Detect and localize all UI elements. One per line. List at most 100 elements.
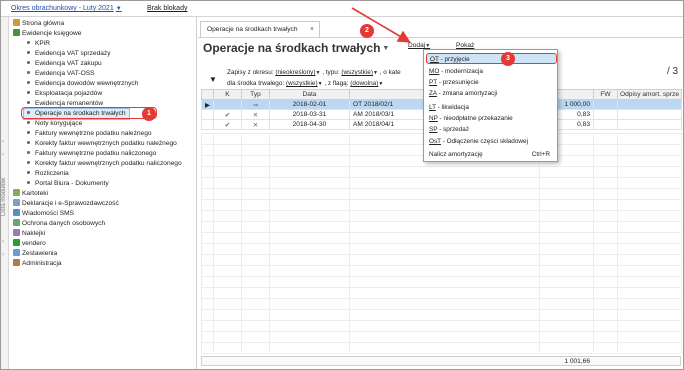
row-marker-icon xyxy=(201,109,214,120)
row-marker-icon: ▶ xyxy=(201,99,214,110)
tree-item-accounting-records[interactable]: Ewidencje księgowe xyxy=(13,29,81,39)
tab-fixed-asset-operations[interactable]: Operacje na środkach trwałych × xyxy=(200,21,320,37)
book-icon xyxy=(13,29,20,36)
tree-item-vehicles[interactable]: Eksploatacja pojazdów xyxy=(27,89,102,99)
collapse-filters-icon[interactable]: ▼ xyxy=(209,75,217,84)
row-depreciation xyxy=(617,119,682,130)
menu-item-calculate-depreciation[interactable]: Nalicz amortyzację Ctrl+R xyxy=(428,149,556,160)
menu-item-sp-sale[interactable]: SP - sprzedaż xyxy=(428,124,556,135)
message-icon xyxy=(13,209,20,216)
menu-item-ot-acceptance[interactable]: OT - przyjęcie xyxy=(426,53,557,64)
menu-item-lt-liquidation[interactable]: LT - likwidacja xyxy=(428,102,556,113)
grid-row-line xyxy=(201,188,681,189)
row-depreciation xyxy=(617,109,682,120)
row-depreciation xyxy=(617,99,682,110)
arrow-right-icon: ⇒ xyxy=(241,99,270,110)
menu-item-np-free-transfer[interactable]: NP - nieodpłatne przekazanie xyxy=(428,113,556,124)
grid-row-line xyxy=(201,265,681,266)
check-icon: ✔ xyxy=(213,119,242,130)
tree-item-vat-oss[interactable]: Ewidencja VAT-OSS xyxy=(27,69,95,79)
chevron-down-icon: ▼ xyxy=(115,6,122,12)
tree-item-kpir[interactable]: KPiR xyxy=(27,39,50,49)
type-filter[interactable]: (wszystkie) xyxy=(341,69,373,76)
top-bar: Okres obrachunkowy - Luty 2021 ▼ Brak blo… xyxy=(1,1,683,17)
grid-row-line xyxy=(201,320,681,321)
period-selector[interactable]: Okres obrachunkowy - Luty 2021 ▼ xyxy=(11,5,122,12)
no-blocks-link[interactable]: Brak blokady xyxy=(147,5,187,12)
tree-item-declarations[interactable]: Deklaracje i e-Sprawozdawczość xyxy=(13,199,119,209)
grid-row-line xyxy=(201,177,681,178)
menu-item-mo-modernization[interactable]: MO - modernizacja xyxy=(428,66,556,77)
grid-column-line xyxy=(593,133,594,354)
period-filter[interactable]: (nieokreślony) xyxy=(275,69,315,76)
tree-item-internal-corrections-input[interactable]: Korekty faktur wewnętrznych podatku nali… xyxy=(27,159,182,169)
tree-item-data-protection[interactable]: Ochrona danych osobowych xyxy=(13,219,105,229)
row-fw xyxy=(593,119,618,130)
column-header-depreciation[interactable]: Odpisy amort. sprze xyxy=(617,89,682,100)
show-link[interactable]: Pokaż xyxy=(456,42,474,49)
row-date: 2018-02-01 xyxy=(269,99,350,110)
module-list-strip[interactable]: › › Lista modułów › › xyxy=(1,17,9,369)
tree-item-office-portal[interactable]: Portal Biura - Dokumenty xyxy=(27,179,109,189)
grid-column-line xyxy=(241,133,242,354)
tree-item-reports[interactable]: Zestawienia xyxy=(13,249,57,259)
filter-row-period: Zapisy z okresu: (nieokreślony)▼ , typu:… xyxy=(227,69,401,76)
grid-row-line xyxy=(201,276,681,277)
row-fw xyxy=(593,99,618,110)
grid-row-line xyxy=(201,243,681,244)
grid-row-line xyxy=(201,199,681,200)
tree-item-settlements[interactable]: Rozliczenia xyxy=(27,169,69,179)
column-header-k[interactable]: K xyxy=(213,89,242,100)
grid-row-line xyxy=(201,287,681,288)
grid-column-line xyxy=(269,133,270,354)
column-header-fw[interactable]: FW xyxy=(593,89,618,100)
tree-item-records[interactable]: Kartoteki xyxy=(13,189,48,199)
flag-filter[interactable]: (dowolna) xyxy=(350,80,378,87)
tree-item-administration[interactable]: Administracja xyxy=(13,259,62,269)
summary-bar: 1 001,66 xyxy=(201,356,681,366)
page-title[interactable]: Operacje na środkach trwałych ▼ xyxy=(203,41,389,55)
module-list-label: Lista modułów xyxy=(1,177,7,217)
asset-filter[interactable]: (wszystkie) xyxy=(286,80,318,87)
menu-item-pt-transfer[interactable]: PT - przesunięcie xyxy=(428,77,556,88)
annotation-highlight-tree xyxy=(21,107,157,119)
column-header-type[interactable]: Typ xyxy=(241,89,270,100)
tree-item-internal-docs[interactable]: Ewidencja dowodów wewnętrznych xyxy=(27,79,138,89)
tag-icon xyxy=(13,229,20,236)
column-header[interactable] xyxy=(201,89,214,100)
tree-item-home[interactable]: Strona główna xyxy=(13,19,64,29)
chevron-right-icon[interactable]: › xyxy=(2,252,4,258)
chevron-right-icon[interactable]: › xyxy=(2,152,4,158)
chevron-right-icon[interactable]: › xyxy=(2,239,4,245)
close-icon[interactable]: × xyxy=(310,22,314,37)
tree-item-internal-invoices-due[interactable]: Faktury wewnętrzne podatku należnego xyxy=(27,129,152,139)
column-header-date[interactable]: Data xyxy=(269,89,350,100)
grid-row-line xyxy=(201,254,681,255)
chevron-down-icon: ▼ xyxy=(382,45,390,52)
page-count: / 3 xyxy=(667,66,679,77)
cross-icon: ✕ xyxy=(241,119,270,130)
row-fw xyxy=(593,109,618,120)
grid-column-line xyxy=(201,133,202,354)
add-menu-button[interactable]: Dodaj▼ xyxy=(408,42,430,49)
grid-column-line xyxy=(617,133,618,354)
tree-item-labels[interactable]: Naklejki xyxy=(13,229,45,239)
menu-item-ost-component-detach[interactable]: OsT - Odłączenie części składowej xyxy=(428,136,556,147)
grid-column-line xyxy=(681,133,682,354)
tree-item-vendero[interactable]: vendero xyxy=(13,239,46,249)
add-dropdown-menu: OT - przyjęcie MO - modernizacja PT - pr… xyxy=(423,49,558,162)
menu-item-za-depreciation-change[interactable]: ZA - zmiana amortyzacji xyxy=(428,88,556,99)
grid-column-line xyxy=(539,133,540,354)
grid-row-line xyxy=(201,232,681,233)
tree-item-sms[interactable]: Wiadomości SMS xyxy=(13,209,74,219)
chevron-right-icon[interactable]: › xyxy=(2,139,4,145)
tree-item-vat-purchase[interactable]: Ewidencja VAT zakupu xyxy=(27,59,102,69)
grid-row-line xyxy=(201,166,681,167)
grid-row-line xyxy=(201,298,681,299)
tree-item-correction-notes[interactable]: Noty korygujące xyxy=(27,119,82,129)
tree-item-internal-invoices-input[interactable]: Faktury wewnętrzne podatku naliczonego xyxy=(27,149,156,159)
grid-row-line xyxy=(201,309,681,310)
grid-column-line xyxy=(213,133,214,354)
tree-item-vat-sales[interactable]: Ewidencja VAT sprzedaży xyxy=(27,49,111,59)
tree-item-internal-corrections-due[interactable]: Korekty faktur wewnętrznych podatku nale… xyxy=(27,139,177,149)
